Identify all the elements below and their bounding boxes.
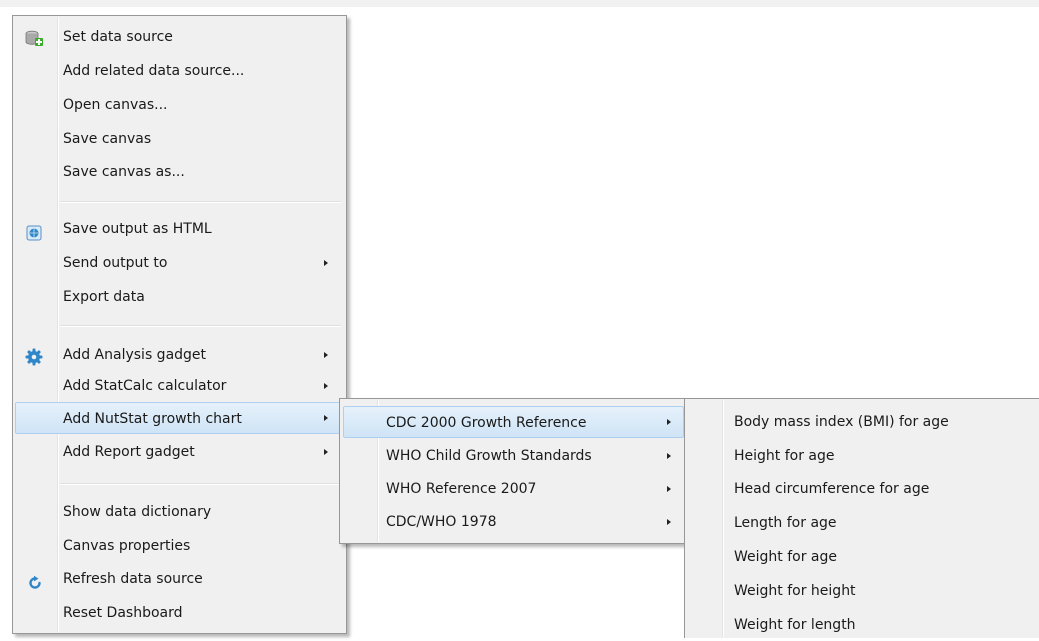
submenu-arrow-icon [324, 449, 328, 455]
menu-item-label: Add Report gadget [63, 444, 195, 460]
menu-item-add-related-data-source[interactable]: Add related data source... [15, 55, 345, 87]
menu-item-weight-for-length[interactable]: Weight for length [688, 609, 1038, 641]
submenu-arrow-icon [324, 383, 328, 389]
add-database-icon [25, 28, 43, 46]
menu-item-label: WHO Reference 2007 [386, 481, 537, 497]
menu-item-label: CDC/WHO 1978 [386, 514, 497, 530]
menu-item-label: Open canvas... [63, 97, 168, 113]
gear-icon [25, 346, 43, 366]
menu-item-height-for-age[interactable]: Height for age [688, 440, 1038, 472]
menu-item-add-report-gadget[interactable]: Add Report gadget [15, 436, 345, 468]
menu-item-label: Add Analysis gadget [63, 347, 207, 363]
dashboard-context-menu: Set data source Add related data source.… [12, 15, 347, 634]
menu-item-label: Save canvas [63, 131, 152, 147]
menu-item-label: Weight for length [734, 617, 856, 633]
menu-item-label: Refresh data source [63, 571, 203, 587]
menu-item-save-canvas[interactable]: Save canvas [15, 123, 345, 155]
menu-separator [60, 325, 341, 327]
menu-item-label: Add related data source... [63, 63, 245, 79]
menu-item-show-data-dictionary[interactable]: Show data dictionary [15, 496, 345, 528]
submenu-arrow-icon [667, 453, 671, 459]
menu-item-label: Weight for height [734, 583, 856, 599]
menu-item-add-statcalc-calculator[interactable]: Add StatCalc calculator [15, 370, 345, 402]
growth-chart-submenu: CDC 2000 Growth Reference WHO Child Grow… [339, 398, 687, 544]
menu-item-label: Show data dictionary [63, 504, 212, 520]
menu-item-add-nutstat-growth-chart[interactable]: Add NutStat growth chart [15, 402, 345, 434]
menu-separator [60, 201, 341, 203]
menu-item-label: Send output to [63, 255, 168, 271]
menu-item-send-output-to[interactable]: Send output to [15, 247, 345, 279]
menu-item-canvas-properties[interactable]: Canvas properties [15, 530, 345, 562]
html-globe-icon [26, 221, 44, 241]
menu-item-cdc-who-1978[interactable]: CDC/WHO 1978 [343, 506, 684, 538]
submenu-arrow-icon [667, 486, 671, 492]
menu-item-label: Body mass index (BMI) for age [734, 414, 949, 430]
menu-item-save-output-as-html[interactable]: Save output as HTML [15, 213, 345, 245]
submenu-arrow-icon [667, 419, 671, 425]
menu-item-label: WHO Child Growth Standards [386, 448, 592, 464]
window-top-strip [0, 0, 1039, 7]
menu-item-label: CDC 2000 Growth Reference [386, 415, 587, 431]
menu-item-label: Save canvas as... [63, 164, 185, 180]
submenu-arrow-icon [324, 352, 328, 358]
menu-item-weight-for-age[interactable]: Weight for age [688, 541, 1038, 573]
menu-item-save-canvas-as[interactable]: Save canvas as... [15, 156, 345, 188]
menu-item-label: Canvas properties [63, 538, 191, 554]
menu-item-label: Height for age [734, 448, 835, 464]
menu-item-export-data[interactable]: Export data [15, 281, 345, 313]
menu-item-cdc-2000-growth-reference[interactable]: CDC 2000 Growth Reference [343, 406, 684, 438]
menu-item-open-canvas[interactable]: Open canvas... [15, 89, 345, 121]
menu-item-label: Add StatCalc calculator [63, 378, 227, 394]
menu-item-label: Add NutStat growth chart [63, 411, 242, 427]
menu-item-add-analysis-gadget[interactable]: Add Analysis gadget [15, 339, 345, 371]
menu-item-label: Set data source [63, 29, 173, 45]
menu-item-label: Weight for age [734, 549, 838, 565]
submenu-arrow-icon [667, 519, 671, 525]
cdc-2000-submenu: Body mass index (BMI) for age Height for… [684, 398, 1039, 638]
menu-item-label: Length for age [734, 515, 837, 531]
menu-item-head-circumference-for-age[interactable]: Head circumference for age [688, 473, 1038, 505]
menu-item-label: Save output as HTML [63, 221, 212, 237]
menu-item-who-reference-2007[interactable]: WHO Reference 2007 [343, 473, 684, 505]
menu-separator [60, 483, 341, 485]
submenu-arrow-icon [324, 415, 328, 421]
submenu-arrow-icon [324, 260, 328, 266]
menu-item-reset-dashboard[interactable]: Reset Dashboard [15, 597, 345, 629]
menu-item-label: Reset Dashboard [63, 605, 183, 621]
menu-item-bmi-for-age[interactable]: Body mass index (BMI) for age [688, 406, 1038, 438]
menu-item-set-data-source[interactable]: Set data source [15, 21, 345, 53]
refresh-icon [27, 571, 45, 589]
menu-item-label: Head circumference for age [734, 481, 930, 497]
menu-item-length-for-age[interactable]: Length for age [688, 507, 1038, 539]
menu-item-label: Export data [63, 289, 145, 305]
menu-item-weight-for-height[interactable]: Weight for height [688, 575, 1038, 607]
menu-item-refresh-data-source[interactable]: Refresh data source [15, 563, 345, 595]
menu-item-who-child-growth-standards[interactable]: WHO Child Growth Standards [343, 440, 684, 472]
